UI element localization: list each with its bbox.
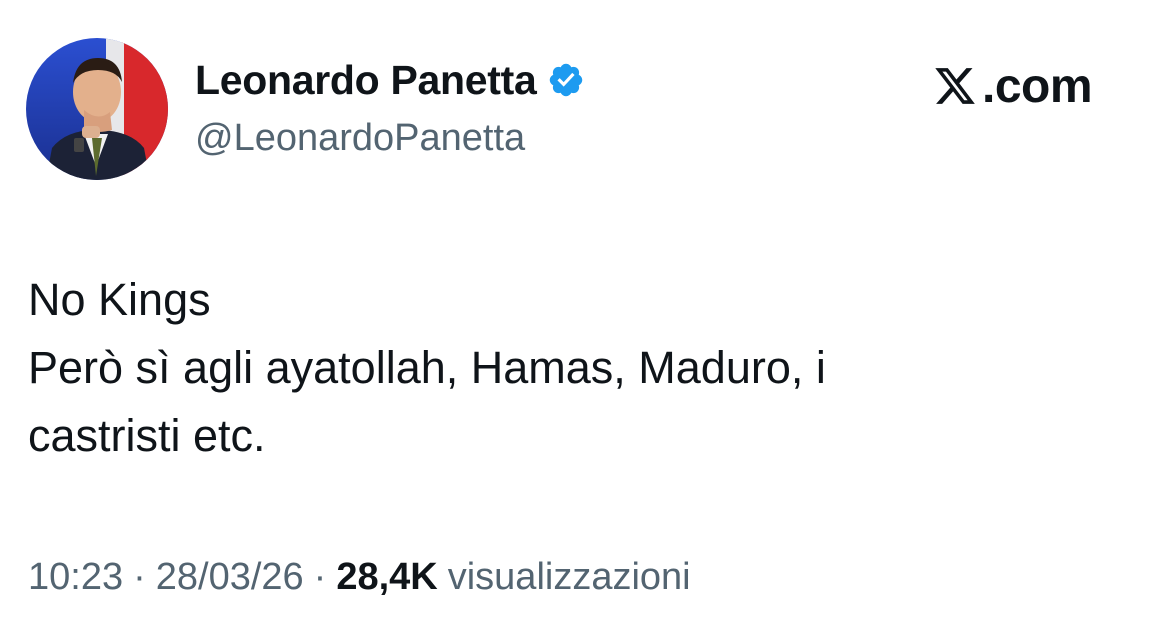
tweet-card: Leonardo Panetta @LeonardoPanetta .com N… [0,0,1170,627]
meta-separator: · [133,556,146,598]
tweet-time[interactable]: 10:23 [28,556,123,599]
tweet-text-line: No Kings [28,274,211,325]
tweet-meta: 10:23 · 28/03/26 · 28,4K visualizzazioni [28,556,691,599]
x-logo-icon [930,62,980,110]
x-brand: .com [930,58,1093,114]
views-label: visualizzazioni [447,556,691,598]
views-count: 28,4K [336,556,438,598]
avatar-image [26,38,168,180]
meta-separator: · [313,556,327,598]
tweet-text-line: Però sì agli ayatollah, Hamas, Maduro, i [28,342,826,393]
author-name[interactable]: Leonardo Panetta [195,57,537,104]
avatar[interactable] [26,38,168,180]
tweet-text-line: castristi etc. [28,410,266,461]
tweet-text: No Kings Però sì agli ayatollah, Hamas, … [28,266,1128,470]
author-name-row: Leonardo Panetta [195,56,586,104]
brand-domain-text: .com [982,59,1093,113]
author-handle[interactable]: @LeonardoPanetta [195,117,525,160]
tweet-date[interactable]: 28/03/26 [156,556,304,599]
verified-badge-icon [546,60,586,100]
